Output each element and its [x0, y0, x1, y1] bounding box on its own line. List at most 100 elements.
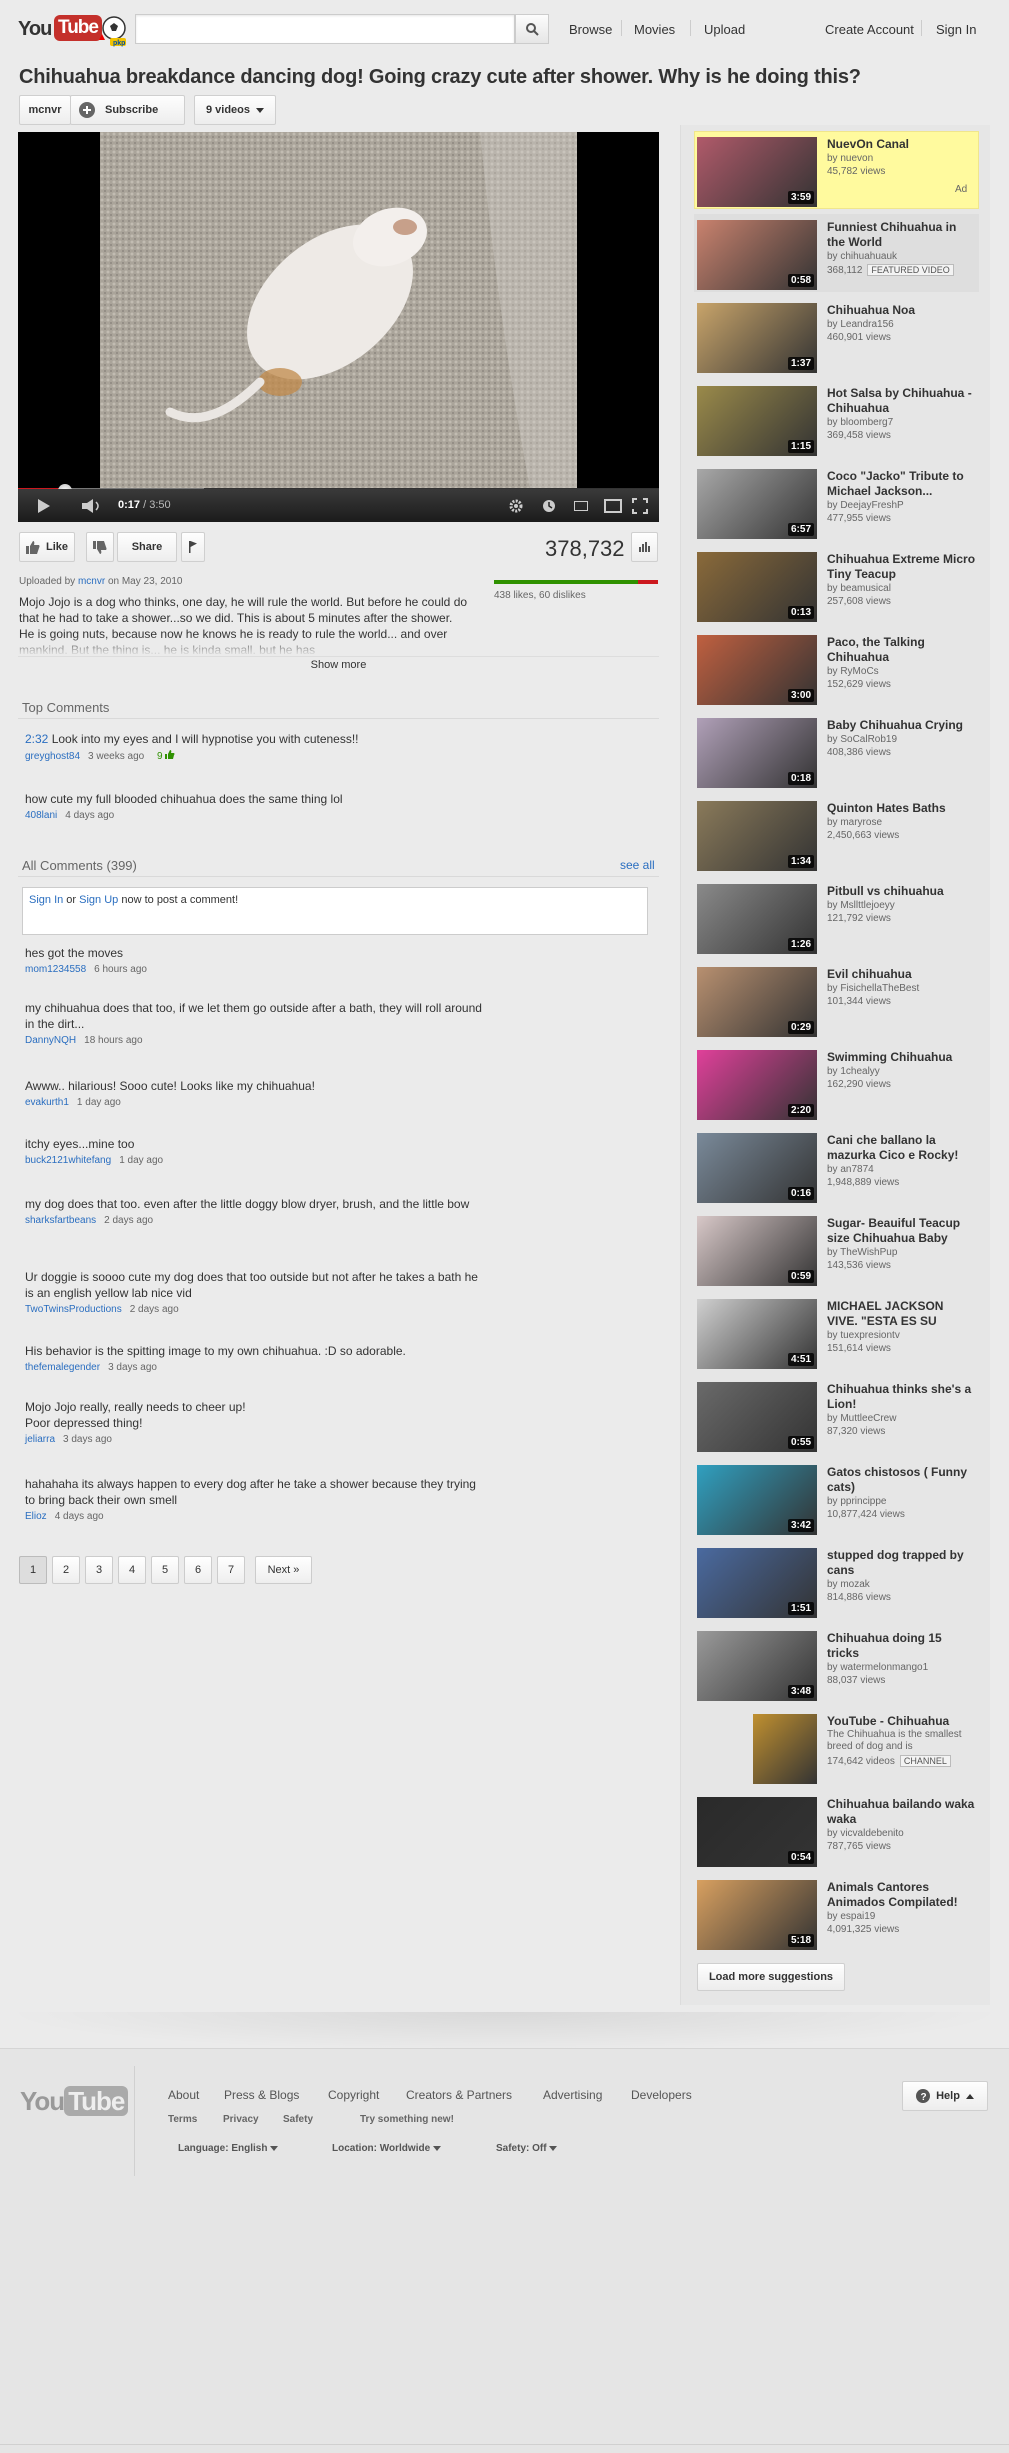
sign-in-link[interactable]: Sign In [936, 22, 976, 37]
page-button-1[interactable]: 1 [19, 1556, 47, 1584]
footer-link-creators[interactable]: Creators & Partners [406, 2088, 512, 2102]
related-video[interactable]: 0:54 Chihuahua bailando waka waka by vic… [697, 1795, 979, 1873]
video-thumbnail[interactable]: 0:29 [697, 967, 817, 1037]
nav-movies[interactable]: Movies [634, 22, 675, 37]
related-title[interactable]: Paco, the Talking Chihuahua [827, 635, 977, 665]
related-video[interactable]: 1:15 Hot Salsa by Chihuahua - Chihuahua … [697, 384, 979, 462]
related-video[interactable]: 3:59 NuevOn Canal by nuevon 45,782 views [697, 135, 979, 213]
show-more-button[interactable]: Show more [18, 656, 659, 671]
footer-link-safety[interactable]: Safety [283, 2114, 313, 2125]
footer-link-developers[interactable]: Developers [631, 2088, 692, 2102]
video-thumbnail[interactable] [753, 1714, 817, 1784]
video-thumbnail[interactable]: 0:58 [697, 220, 817, 290]
related-title[interactable]: NuevOn Canal [827, 137, 977, 152]
footer-link-copyright[interactable]: Copyright [328, 2088, 379, 2102]
footer-link-press[interactable]: Press & Blogs [224, 2088, 299, 2102]
related-title[interactable]: Gatos chistosos ( Funny cats) [827, 1465, 977, 1495]
clock-icon[interactable] [542, 499, 556, 513]
related-title[interactable]: Chihuahua thinks she's a Lion! [827, 1382, 977, 1412]
comment-user[interactable]: TwoTwinsProductions [25, 1304, 122, 1315]
related-title[interactable]: stupped dog trapped by cans [827, 1548, 977, 1578]
video-thumbnail[interactable]: 1:37 [697, 303, 817, 373]
related-video[interactable]: 0:59 Sugar- Beauiful Teacup size Chihuah… [697, 1214, 979, 1292]
comment-user[interactable]: jeliarra [25, 1434, 55, 1445]
video-thumbnail[interactable]: 2:20 [697, 1050, 817, 1120]
share-button[interactable]: Share [117, 532, 177, 562]
footer-link-advertising[interactable]: Advertising [543, 2088, 602, 2102]
comment-user[interactable]: 408lani [25, 810, 57, 821]
comment-user[interactable]: Elioz [25, 1511, 47, 1522]
video-frame[interactable] [100, 132, 577, 488]
comment-user[interactable]: DannyNQH [25, 1035, 76, 1046]
related-title[interactable]: Swimming Chihuahua [827, 1050, 977, 1065]
channel-button[interactable]: mcnvr [19, 95, 71, 125]
footer-link-about[interactable]: About [168, 2088, 199, 2102]
related-video[interactable]: 6:57 Coco "Jacko" Tribute to Michael Jac… [697, 467, 979, 545]
related-video[interactable]: 1:26 Pitbull vs chihuahua by Msllttlejoe… [697, 882, 979, 960]
comment-user[interactable]: greyghost84 [25, 751, 80, 762]
video-thumbnail[interactable]: 1:34 [697, 801, 817, 871]
related-title[interactable]: Evil chihuahua [827, 967, 977, 982]
related-video[interactable]: 3:00 Paco, the Talking Chihuahua by RyMo… [697, 633, 979, 711]
video-thumbnail[interactable]: 3:42 [697, 1465, 817, 1535]
related-video[interactable]: 0:16 Cani che ballano la mazurka Cico e … [697, 1131, 979, 1209]
video-thumbnail[interactable]: 0:16 [697, 1133, 817, 1203]
footer-link-privacy[interactable]: Privacy [223, 2114, 259, 2125]
video-thumbnail[interactable]: 1:51 [697, 1548, 817, 1618]
page-button-3[interactable]: 3 [85, 1556, 113, 1584]
video-thumbnail[interactable]: 5:18 [697, 1880, 817, 1950]
related-title[interactable]: Chihuahua doing 15 tricks [827, 1631, 977, 1661]
footer-link-try-new[interactable]: Try something new! [360, 2114, 454, 2125]
related-video[interactable]: 1:51 stupped dog trapped by cans by moza… [697, 1546, 979, 1624]
flag-button[interactable] [181, 532, 205, 562]
sign-up-link[interactable]: Sign Up [79, 894, 118, 906]
search-input[interactable] [135, 14, 515, 44]
related-title[interactable]: Sugar- Beauiful Teacup size Chihuahua Ba… [827, 1216, 977, 1246]
related-title[interactable]: Chihuahua Noa [827, 303, 977, 318]
comment-user[interactable]: mom1234558 [25, 964, 86, 975]
uploader-link[interactable]: mcnvr [78, 576, 105, 587]
related-video[interactable]: 2:20 Swimming Chihuahua by 1chealyy 162,… [697, 1048, 979, 1126]
subscribe-button[interactable]: Subscribe [70, 95, 185, 125]
related-title[interactable]: Quinton Hates Baths [827, 801, 977, 816]
video-thumbnail[interactable]: 0:13 [697, 552, 817, 622]
related-title[interactable]: Coco "Jacko" Tribute to Michael Jackson.… [827, 469, 977, 499]
related-title[interactable]: Cani che ballano la mazurka Cico e Rocky… [827, 1133, 977, 1163]
small-player-icon[interactable] [574, 501, 588, 511]
related-title[interactable]: Chihuahua bailando waka waka [827, 1797, 977, 1827]
related-video[interactable]: 1:34 Quinton Hates Baths by maryrose 2,4… [697, 799, 979, 877]
video-player[interactable]: 0:17 / 3:50 [18, 132, 659, 522]
related-video[interactable]: 0:29 Evil chihuahua by FisichellaTheBest… [697, 965, 979, 1043]
search-button[interactable] [515, 14, 549, 44]
related-title[interactable]: Chihuahua Extreme Micro Tiny Teacup [827, 552, 977, 582]
related-video[interactable]: 4:51 MICHAEL JACKSON VIVE. "ESTA ES SU b… [697, 1297, 979, 1375]
page-button-7[interactable]: 7 [217, 1556, 245, 1584]
create-account-link[interactable]: Create Account [825, 22, 914, 37]
related-title[interactable]: YouTube - Chihuahua [827, 1714, 977, 1729]
video-thumbnail[interactable]: 0:59 [697, 1216, 817, 1286]
footer-link-terms[interactable]: Terms [168, 2114, 197, 2125]
language-selector[interactable]: Language: English [178, 2143, 279, 2154]
timestamp-link[interactable]: 2:32 [25, 732, 48, 746]
comment-user[interactable]: buck2121whitefang [25, 1155, 111, 1166]
related-video[interactable]: 5:18 Animals Cantores Animados Compilate… [697, 1878, 979, 1956]
related-video[interactable]: 1:37 Chihuahua Noa by Leandra156 460,901… [697, 301, 979, 379]
related-title[interactable]: MICHAEL JACKSON VIVE. "ESTA ES SU [827, 1299, 977, 1329]
related-video[interactable]: 3:48 Chihuahua doing 15 tricks by waterm… [697, 1629, 979, 1707]
large-player-icon[interactable] [604, 499, 622, 513]
related-video[interactable]: 0:55 Chihuahua thinks she's a Lion! by M… [697, 1380, 979, 1458]
related-title[interactable]: Pitbull vs chihuahua [827, 884, 977, 899]
comment-user[interactable]: sharksfartbeans [25, 1215, 96, 1226]
video-thumbnail[interactable]: 1:26 [697, 884, 817, 954]
video-thumbnail[interactable]: 4:51 [697, 1299, 817, 1369]
related-video[interactable]: 0:18 Baby Chihuahua Crying by SoCalRob19… [697, 716, 979, 794]
related-title[interactable]: Hot Salsa by Chihuahua - Chihuahua [827, 386, 977, 416]
help-button[interactable]: ? Help [902, 2081, 988, 2111]
video-thumbnail[interactable]: 3:59 [697, 137, 817, 207]
play-icon[interactable] [38, 499, 50, 513]
sign-in-link[interactable]: Sign In [29, 894, 63, 906]
related-video[interactable]: 3:42 Gatos chistosos ( Funny cats) by pp… [697, 1463, 979, 1541]
page-button-6[interactable]: 6 [184, 1556, 212, 1584]
safety-selector[interactable]: Safety: Off [496, 2143, 558, 2154]
thumbs-up-icon[interactable] [165, 750, 175, 759]
